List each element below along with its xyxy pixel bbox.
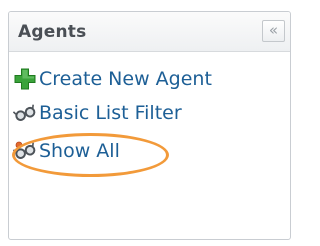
menu-item-create-new-agent[interactable]: Create New Agent: [13, 64, 212, 94]
menu-item-basic-list-filter[interactable]: Basic List Filter: [12, 98, 182, 128]
menu-item-label: Basic List Filter: [39, 102, 182, 124]
menu-item-label: Show All: [39, 140, 120, 162]
collapse-button[interactable]: «: [262, 20, 285, 42]
panel-title: Agents: [18, 22, 87, 42]
agents-panel: Agents « Create New Agent Basic List Fil…: [8, 11, 291, 240]
double-chevron-left-icon: «: [268, 21, 279, 39]
glasses-icon: [12, 101, 37, 125]
menu-item-label: Create New Agent: [39, 68, 212, 90]
menu-item-show-all[interactable]: Show All: [12, 136, 120, 166]
glasses-icon: [12, 139, 37, 163]
plus-icon: [13, 67, 37, 91]
panel-header: Agents «: [9, 12, 290, 52]
